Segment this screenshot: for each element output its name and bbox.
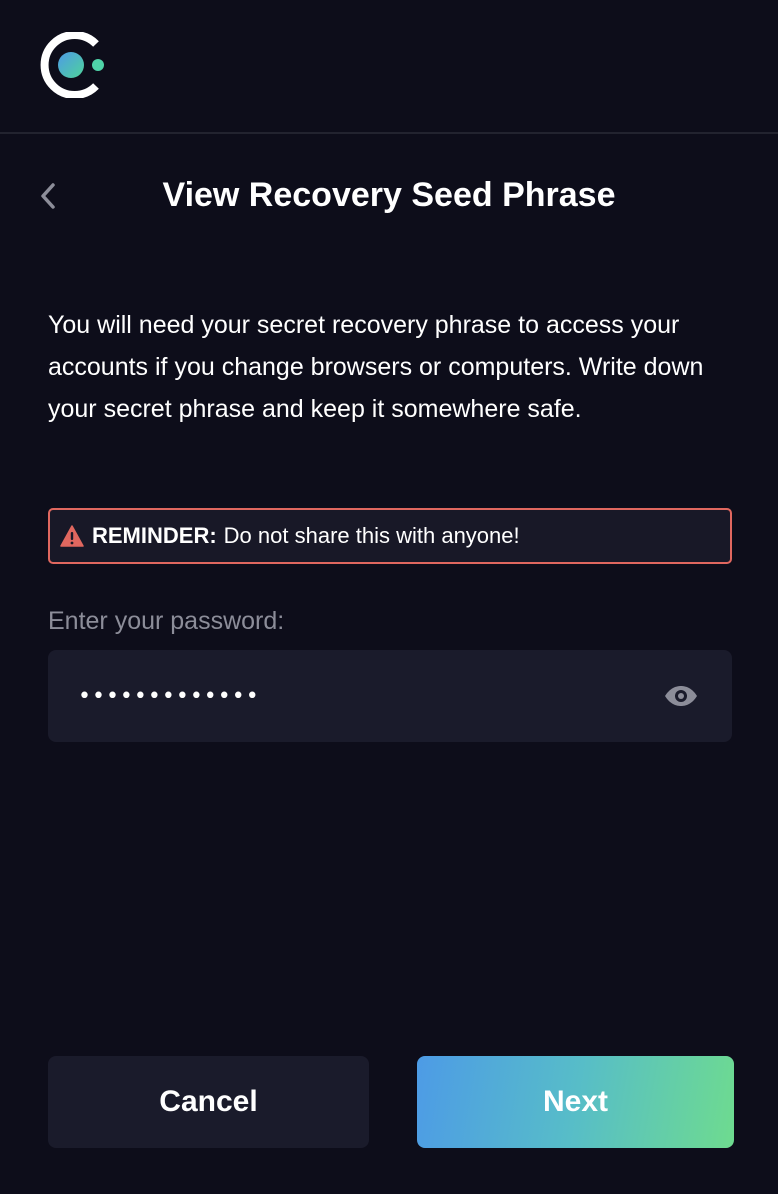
eye-icon — [665, 686, 697, 706]
description-text: You will need your secret recovery phras… — [48, 311, 704, 423]
page-title: View Recovery Seed Phrase — [162, 176, 616, 214]
reminder-label: REMINDER: — [92, 523, 217, 548]
cancel-button[interactable]: Cancel — [48, 1056, 369, 1148]
reminder-text: Do not share this with anyone! — [223, 523, 520, 548]
top-bar — [0, 0, 778, 134]
password-field — [48, 650, 732, 742]
reminder-banner: REMINDER: Do not share this with anyone! — [48, 508, 732, 564]
celo-logo-icon[interactable] — [38, 32, 106, 98]
password-label: Enter your password: — [48, 607, 285, 635]
next-button[interactable]: Next — [417, 1056, 734, 1148]
warning-triangle-icon — [60, 525, 84, 547]
show-password-toggle[interactable] — [664, 680, 698, 712]
password-input[interactable] — [78, 650, 638, 742]
